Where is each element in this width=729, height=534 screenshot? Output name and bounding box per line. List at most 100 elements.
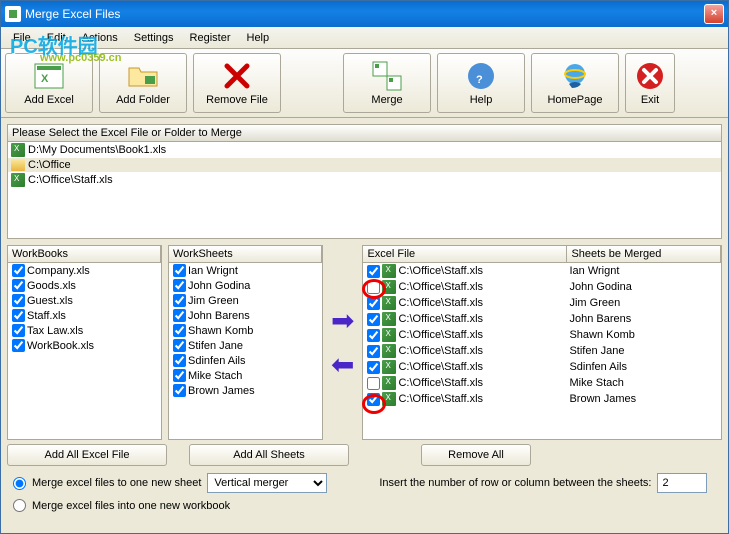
list-item[interactable]: Guest.xls [8, 293, 161, 308]
file-cell: C:\Office\Staff.xls [398, 265, 483, 277]
row-checkbox[interactable] [367, 361, 380, 374]
list-item[interactable]: John Barens [169, 308, 322, 323]
list-item[interactable]: Jim Green [169, 293, 322, 308]
remove-file-button[interactable]: Remove File [193, 53, 281, 113]
list-item[interactable]: Shawn Komb [169, 323, 322, 338]
item-label: Jim Green [188, 295, 239, 307]
menu-file[interactable]: File [5, 29, 39, 47]
file-list[interactable]: D:\My Documents\Book1.xlsC:\OfficeC:\Off… [8, 142, 721, 238]
sheet-cell: Stifen Jane [569, 345, 717, 357]
item-checkbox[interactable] [173, 354, 186, 367]
list-item[interactable]: Tax Law.xls [8, 323, 161, 338]
merge-one-workbook-radio[interactable] [13, 499, 26, 512]
row-checkbox[interactable] [367, 393, 380, 406]
excel-file-icon [11, 173, 25, 187]
list-item[interactable]: Staff.xls [8, 308, 161, 323]
excel-file-icon [382, 376, 396, 390]
menu-edit[interactable]: Edit [39, 29, 74, 47]
app-icon [5, 6, 21, 22]
arrow-right-icon[interactable]: ➡ [331, 307, 354, 335]
help-button[interactable]: ? Help [437, 53, 525, 113]
folder-icon [11, 159, 25, 171]
menu-actions[interactable]: Actions [74, 29, 126, 47]
excel-file-icon [382, 280, 396, 294]
add-all-excel-button[interactable]: Add All Excel File [7, 444, 167, 466]
row-checkbox[interactable] [367, 377, 380, 390]
item-label: Shawn Komb [188, 325, 253, 337]
row-checkbox[interactable] [367, 281, 380, 294]
menu-settings[interactable]: Settings [126, 29, 182, 47]
table-row[interactable]: C:\Office\Staff.xlsIan Wrignt [363, 263, 721, 279]
titlebar: Merge Excel Files × [1, 1, 728, 27]
item-checkbox[interactable] [12, 324, 25, 337]
remove-all-button[interactable]: Remove All [421, 444, 531, 466]
table-row[interactable]: C:\Office\Staff.xlsJohn Barens [363, 311, 721, 327]
item-checkbox[interactable] [12, 309, 25, 322]
list-item[interactable]: Stifen Jane [169, 338, 322, 353]
item-checkbox[interactable] [173, 279, 186, 292]
arrow-left-icon[interactable]: ⬅ [331, 351, 354, 379]
table-row[interactable]: C:\Office\Staff.xlsShawn Komb [363, 327, 721, 343]
list-item[interactable]: Mike Stach [169, 368, 322, 383]
row-checkbox[interactable] [367, 345, 380, 358]
list-item[interactable]: John Godina [169, 278, 322, 293]
item-label: Tax Law.xls [27, 325, 83, 337]
item-checkbox[interactable] [173, 264, 186, 277]
workbooks-list[interactable]: Company.xlsGoods.xlsGuest.xls Staff.xls Ta… [8, 263, 161, 439]
merge-one-sheet-radio[interactable] [13, 477, 26, 490]
list-item[interactable]: Company.xls [8, 263, 161, 278]
excel-file-list[interactable]: C:\Office\Staff.xlsIan WrigntC:\Office\S… [363, 263, 721, 439]
list-item[interactable]: Goods.xls [8, 278, 161, 293]
homepage-icon [559, 60, 591, 92]
item-checkbox[interactable] [173, 369, 186, 382]
close-button[interactable]: × [704, 4, 724, 24]
list-item[interactable]: WorkBook.xls [8, 338, 161, 353]
row-checkbox[interactable] [367, 329, 380, 342]
item-checkbox[interactable] [12, 294, 25, 307]
homepage-button[interactable]: HomePage [531, 53, 619, 113]
insert-number-input[interactable] [657, 473, 707, 493]
item-checkbox[interactable] [173, 324, 186, 337]
item-checkbox[interactable] [12, 339, 25, 352]
add-all-sheets-button[interactable]: Add All Sheets [189, 444, 349, 466]
excel-file-icon [382, 328, 396, 342]
table-row[interactable]: C:\Office\Staff.xlsStifen Jane [363, 343, 721, 359]
row-checkbox[interactable] [367, 265, 380, 278]
list-item[interactable]: Brown James [169, 383, 322, 398]
add-folder-button[interactable]: Add Folder [99, 53, 187, 113]
list-item[interactable]: Sdinfen Ails [169, 353, 322, 368]
workbooks-header: WorkBooks [8, 246, 161, 262]
item-checkbox[interactable] [173, 384, 186, 397]
item-label: Company.xls [27, 265, 90, 277]
item-checkbox[interactable] [12, 279, 25, 292]
merge-type-select[interactable]: Vertical merger [207, 473, 327, 493]
item-label: WorkBook.xls [27, 340, 94, 352]
list-item[interactable]: Ian Wrignt [169, 263, 322, 278]
table-row[interactable]: C:\Office\Staff.xlsJohn Godina [363, 279, 721, 295]
worksheets-list[interactable]: Ian WrigntJohn Godina Jim Green John Baren… [169, 263, 322, 439]
row-checkbox[interactable] [367, 297, 380, 310]
add-excel-button[interactable]: X Add Excel [5, 53, 93, 113]
file-row[interactable]: D:\My Documents\Book1.xls [8, 142, 721, 158]
file-row[interactable]: C:\Office\Staff.xls [8, 172, 721, 188]
item-checkbox[interactable] [173, 309, 186, 322]
table-row[interactable]: C:\Office\Staff.xlsSdinfen Ails [363, 359, 721, 375]
item-checkbox[interactable] [173, 339, 186, 352]
item-label: John Barens [188, 310, 250, 322]
file-row[interactable]: C:\Office [8, 158, 721, 172]
sheet-cell: Sdinfen Ails [569, 361, 717, 373]
menu-register[interactable]: Register [182, 29, 239, 47]
table-row[interactable]: C:\Office\Staff.xlsJim Green [363, 295, 721, 311]
exit-button[interactable]: Exit [625, 53, 675, 113]
item-checkbox[interactable] [12, 264, 25, 277]
sheet-cell: Mike Stach [569, 377, 717, 389]
table-row[interactable]: C:\Office\Staff.xlsMike Stach [363, 375, 721, 391]
merge-button[interactable]: Merge [343, 53, 431, 113]
merge-one-sheet-label: Merge excel files to one new sheet [32, 477, 201, 489]
row-checkbox[interactable] [367, 313, 380, 326]
item-checkbox[interactable] [173, 294, 186, 307]
item-label: Staff.xls [27, 310, 66, 322]
table-row[interactable]: C:\Office\Staff.xlsBrown James [363, 391, 721, 407]
menu-help[interactable]: Help [239, 29, 278, 47]
svg-text:?: ? [476, 74, 483, 86]
